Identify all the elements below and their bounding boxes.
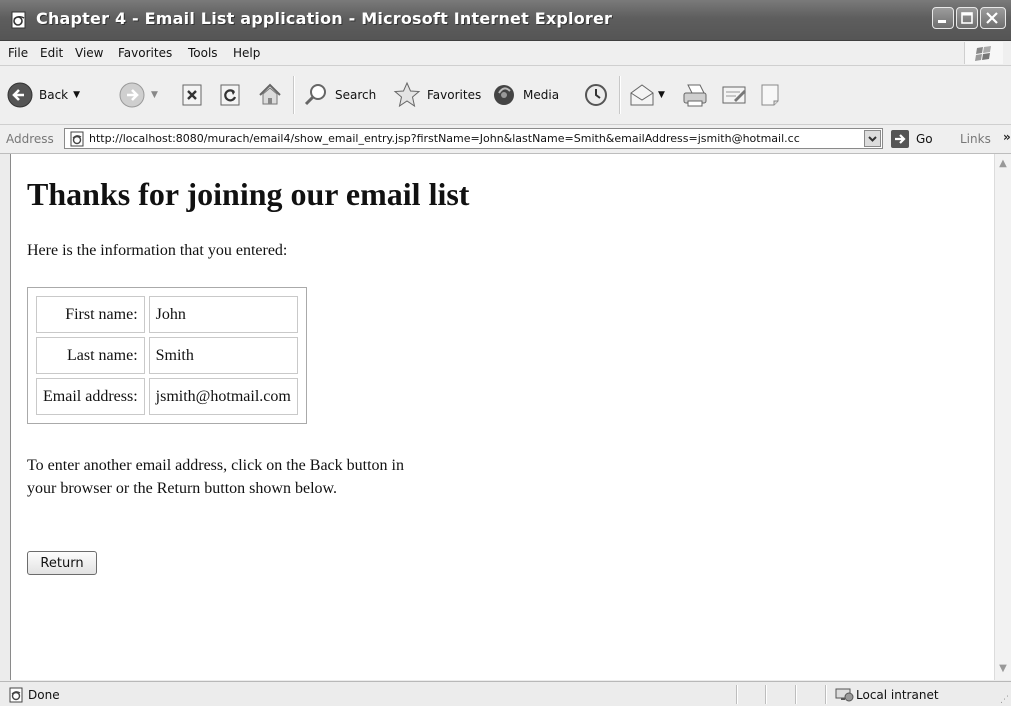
refresh-button[interactable] xyxy=(218,80,244,110)
minimize-icon xyxy=(938,20,946,23)
menu-file[interactable]: File xyxy=(8,46,28,60)
local-intranet-icon xyxy=(835,688,854,702)
close-button[interactable] xyxy=(980,7,1006,29)
address-url: http://localhost:8080/murach/email4/show… xyxy=(89,132,800,145)
maximize-icon xyxy=(961,12,973,24)
email-address-value: jsmith@hotmail.com xyxy=(148,378,298,415)
home-icon xyxy=(259,83,281,105)
instructions-text: To enter another email address, click on… xyxy=(27,457,404,497)
favorites-button[interactable]: Favorites xyxy=(392,80,481,110)
table-row: First name: John xyxy=(36,296,298,333)
history-button[interactable] xyxy=(582,80,610,110)
window-title: Chapter 4 - Email List application - Mic… xyxy=(36,9,613,28)
mail-button[interactable]: ▼ xyxy=(628,80,665,110)
discuss-button[interactable] xyxy=(758,80,784,110)
status-divider xyxy=(825,685,827,704)
forward-arrow-icon xyxy=(119,82,145,108)
status-bar: Done Local intranet ⋰ xyxy=(0,681,1011,706)
forward-button[interactable]: ▼ xyxy=(118,80,158,110)
search-label: Search xyxy=(335,88,377,102)
mail-dropdown-icon[interactable]: ▼ xyxy=(658,90,665,100)
last-name-value: Smith xyxy=(148,337,298,374)
minimize-button[interactable] xyxy=(932,7,954,29)
status-divider xyxy=(736,685,738,704)
scroll-up-icon[interactable]: ▲ xyxy=(995,158,1011,169)
windows-flag-icon xyxy=(975,46,991,61)
search-button[interactable]: Search xyxy=(302,80,376,110)
status-text: Done xyxy=(28,688,60,702)
stop-button[interactable] xyxy=(180,80,206,110)
mail-icon xyxy=(630,84,654,106)
scroll-down-icon[interactable]: ▼ xyxy=(995,663,1011,674)
print-icon xyxy=(683,84,707,107)
menu-tools[interactable]: Tools xyxy=(188,46,218,60)
address-dropdown-button[interactable] xyxy=(864,130,881,147)
back-dropdown-icon[interactable]: ▼ xyxy=(73,90,80,100)
toolbar-separator xyxy=(619,76,621,114)
edit-button[interactable] xyxy=(720,80,750,110)
back-label: Back xyxy=(39,88,69,102)
forward-dropdown-icon[interactable]: ▼ xyxy=(151,90,158,100)
resize-grip-icon[interactable]: ⋰ xyxy=(1000,695,1009,705)
go-arrow-icon xyxy=(891,130,909,148)
standard-toolbar: Back ▼ ▼ Search Favorites Media ▼ xyxy=(0,66,1011,125)
history-icon xyxy=(585,84,607,106)
chevron-down-icon xyxy=(868,136,877,142)
first-name-value: John xyxy=(148,296,298,333)
return-button[interactable]: Return xyxy=(27,551,97,575)
address-input[interactable]: http://localhost:8080/murach/email4/show… xyxy=(64,128,883,149)
address-label: Address xyxy=(6,132,54,146)
intro-text: Here is the information that you entered… xyxy=(27,242,288,259)
stop-icon xyxy=(182,84,202,106)
edit-icon xyxy=(722,86,746,104)
print-button[interactable] xyxy=(680,80,710,110)
browser-window: Chapter 4 - Email List application - Mic… xyxy=(0,0,1011,706)
links-label[interactable]: Links xyxy=(960,132,991,146)
links-chevron-icon[interactable]: » xyxy=(1003,130,1011,144)
table-row: Last name: Smith xyxy=(36,337,298,374)
first-name-label: First name: xyxy=(36,296,145,333)
page-done-icon xyxy=(9,687,23,703)
media-label: Media xyxy=(523,88,560,102)
status-divider xyxy=(795,685,797,704)
back-arrow-icon xyxy=(7,82,33,108)
email-address-label: Email address: xyxy=(36,378,145,415)
table-row: Email address: jsmith@hotmail.com xyxy=(36,378,298,415)
menu-edit[interactable]: Edit xyxy=(40,46,63,60)
page-heading: Thanks for joining our email list xyxy=(27,176,470,212)
info-table: First name: John Last name: Smith Email … xyxy=(27,287,307,424)
discuss-icon xyxy=(761,84,779,106)
page-content: Thanks for joining our email list Here i… xyxy=(10,154,995,680)
home-button[interactable] xyxy=(256,80,284,110)
close-icon xyxy=(986,12,998,24)
go-button[interactable]: Go xyxy=(890,129,933,149)
refresh-icon xyxy=(220,84,240,106)
menu-favorites[interactable]: Favorites xyxy=(118,46,172,60)
ie-page-icon xyxy=(11,11,26,29)
vertical-scrollbar[interactable]: ▲ ▼ xyxy=(994,154,1011,680)
menu-bar: File Edit View Favorites Tools Help xyxy=(0,41,1011,66)
favorites-star-icon xyxy=(393,81,421,108)
windows-logo xyxy=(964,42,1003,64)
menu-view[interactable]: View xyxy=(75,46,103,60)
search-icon xyxy=(304,84,326,106)
zone-text: Local intranet xyxy=(856,688,939,702)
media-icon xyxy=(494,85,514,105)
back-button[interactable]: Back ▼ xyxy=(6,80,80,110)
page-icon xyxy=(70,131,84,147)
go-label: Go xyxy=(916,132,933,146)
last-name-label: Last name: xyxy=(36,337,145,374)
status-divider xyxy=(765,685,767,704)
title-bar: Chapter 4 - Email List application - Mic… xyxy=(0,0,1011,41)
maximize-button[interactable] xyxy=(956,7,978,29)
media-button[interactable]: Media xyxy=(490,80,559,110)
favorites-label: Favorites xyxy=(427,88,482,102)
menu-help[interactable]: Help xyxy=(233,46,260,60)
address-bar: Address http://localhost:8080/murach/ema… xyxy=(0,125,1011,154)
toolbar-separator xyxy=(293,76,295,114)
